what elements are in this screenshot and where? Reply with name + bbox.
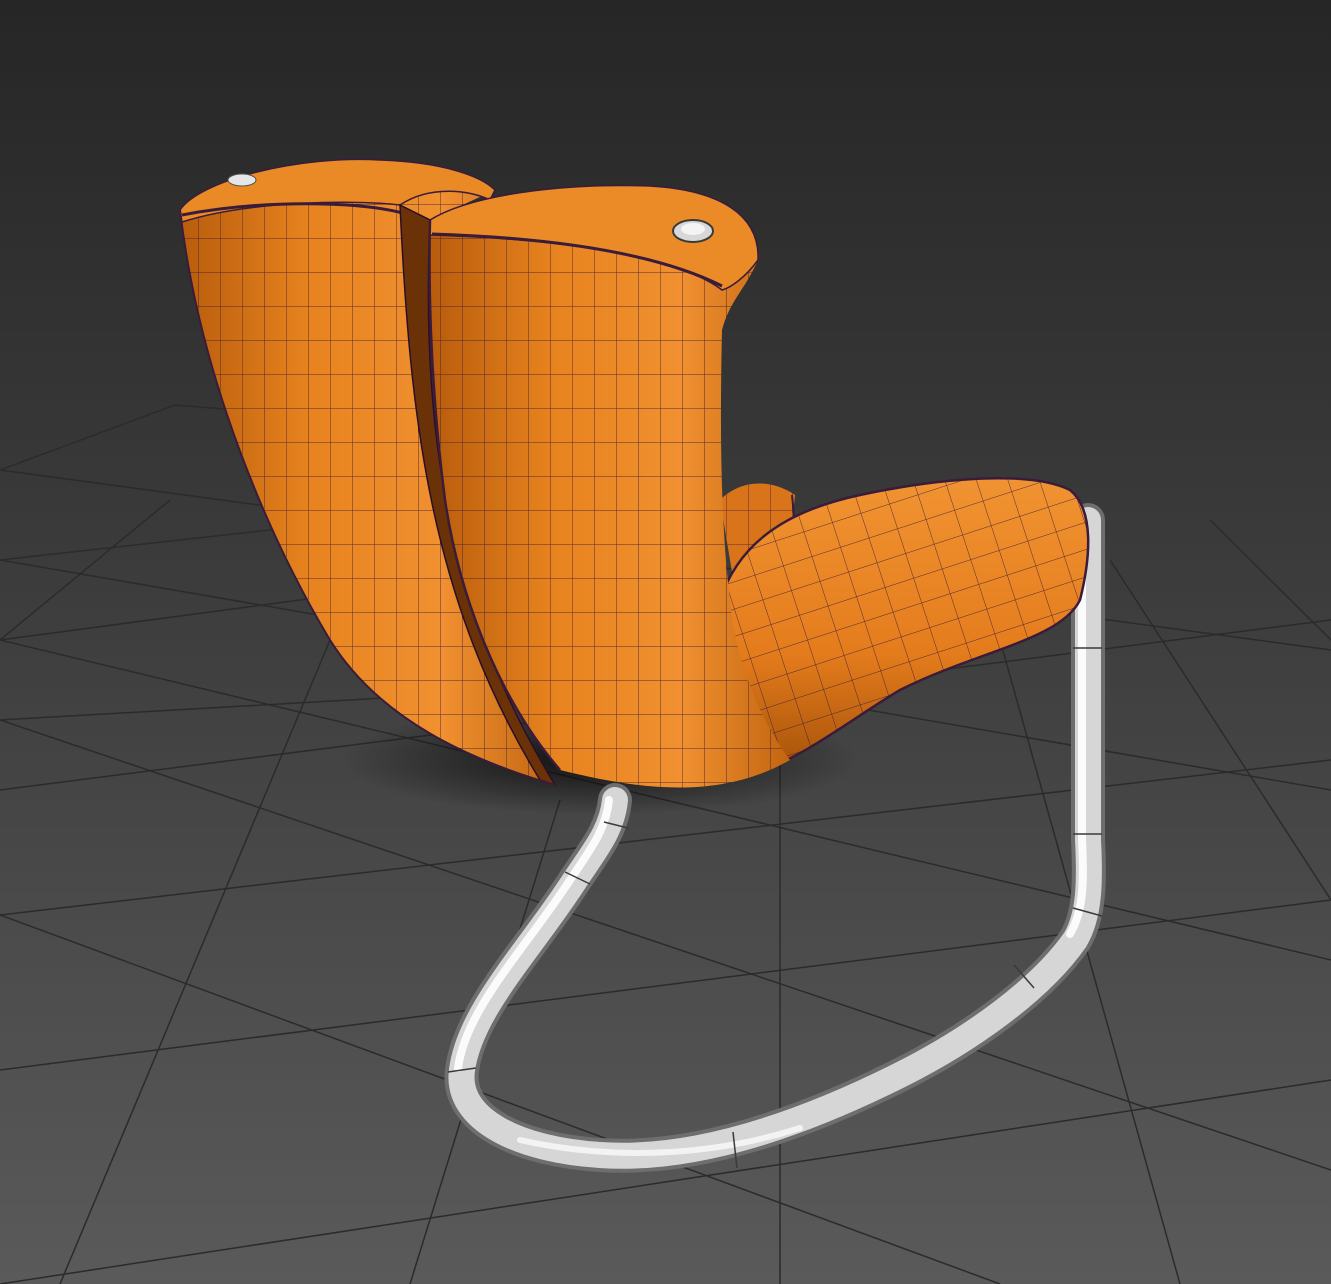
viewport-canvas[interactable] [0,0,1331,1284]
3d-viewport[interactable] [0,0,1331,1284]
